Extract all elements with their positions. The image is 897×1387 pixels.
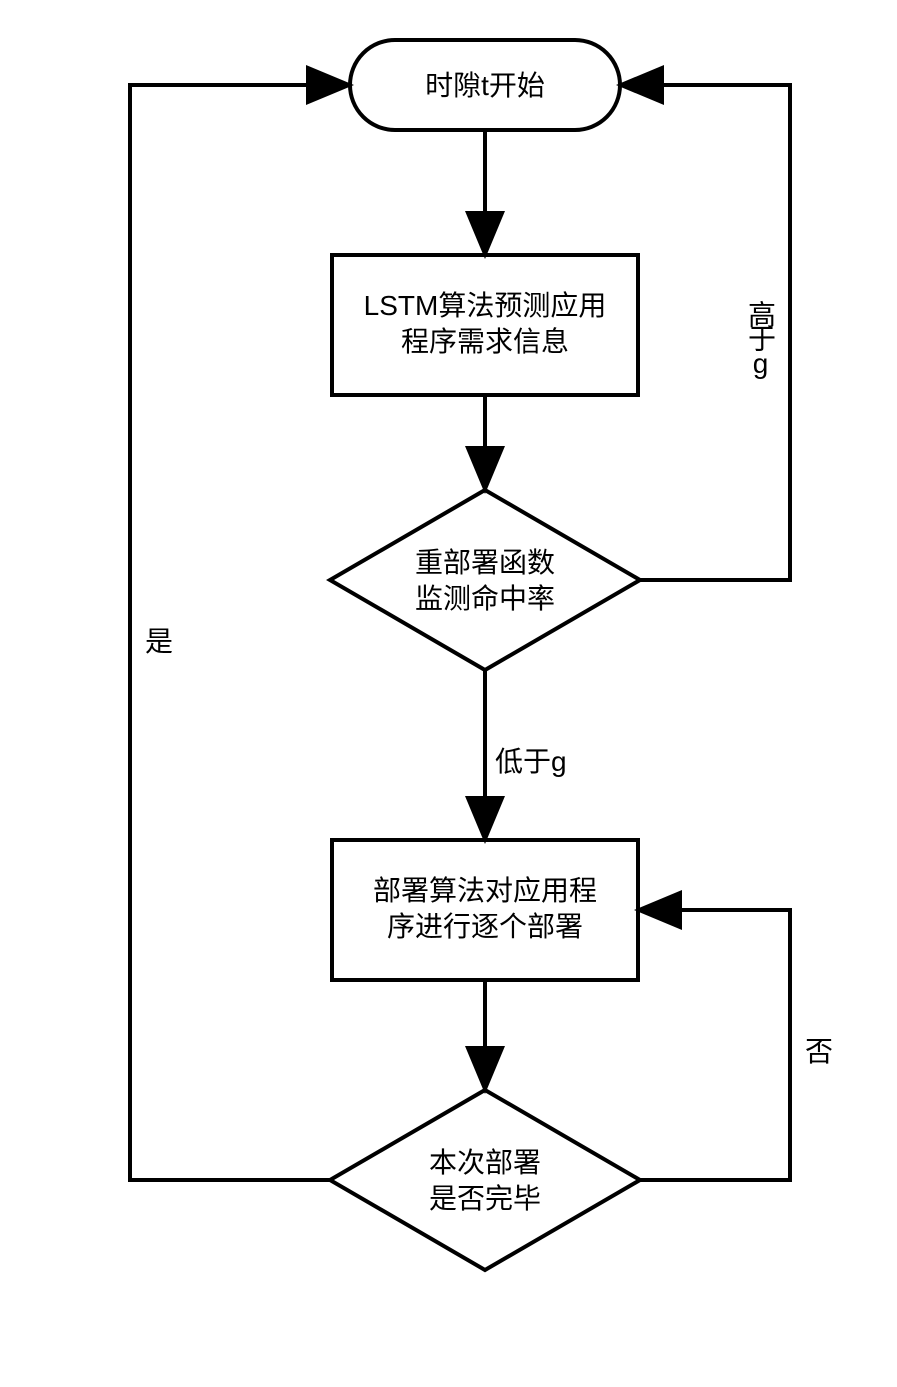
start-label: 时隙t开始: [425, 70, 545, 101]
process1-line1: LSTM算法预测应用: [364, 290, 607, 321]
decision2-text: 本次部署 是否完毕: [360, 1145, 610, 1218]
yes-label: 是: [145, 620, 173, 660]
no-label: 否: [805, 1030, 833, 1070]
higher-label: 高于g: [740, 300, 780, 375]
process2-line2: 序进行逐个部署: [387, 911, 583, 942]
decision1-line2: 监测命中率: [415, 583, 555, 614]
lower-label: 低于g: [495, 740, 567, 780]
process1-line2: 程序需求信息: [401, 326, 569, 357]
process2-text: 部署算法对应用程 序进行逐个部署: [332, 873, 638, 946]
decision2-line1: 本次部署: [429, 1147, 541, 1178]
start-text: 时隙t开始: [350, 68, 620, 104]
higher-text: 高于g: [745, 300, 776, 375]
decision2-line2: 是否完毕: [429, 1183, 541, 1214]
lower-text: 低于g: [495, 746, 567, 777]
no-text: 否: [805, 1036, 833, 1067]
process1-text: LSTM算法预测应用 程序需求信息: [332, 288, 638, 361]
decision1-line1: 重部署函数: [415, 547, 555, 578]
yes-text: 是: [145, 626, 173, 657]
process2-line1: 部署算法对应用程: [373, 875, 597, 906]
decision1-text: 重部署函数 监测命中率: [360, 545, 610, 618]
